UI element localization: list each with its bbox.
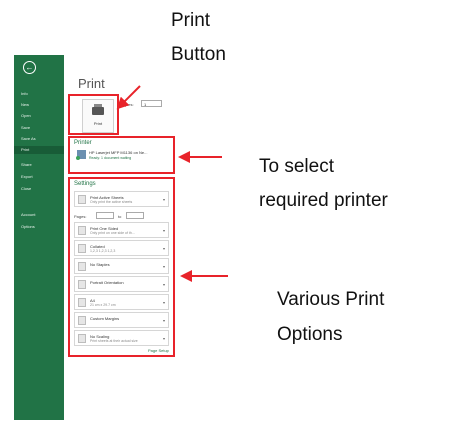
annotation-select-printer-line2: required printer <box>259 190 388 211</box>
annotation-print-button-line2: Button <box>171 44 226 65</box>
annotation-select-printer-line1: To select <box>259 156 334 177</box>
annotation-print-button-line1: Print <box>171 10 211 31</box>
annotation-print-options-line1: Various Print <box>277 289 385 310</box>
arrow-to-print-button <box>116 85 141 110</box>
annotation-print-options-line2: Options <box>277 324 343 345</box>
